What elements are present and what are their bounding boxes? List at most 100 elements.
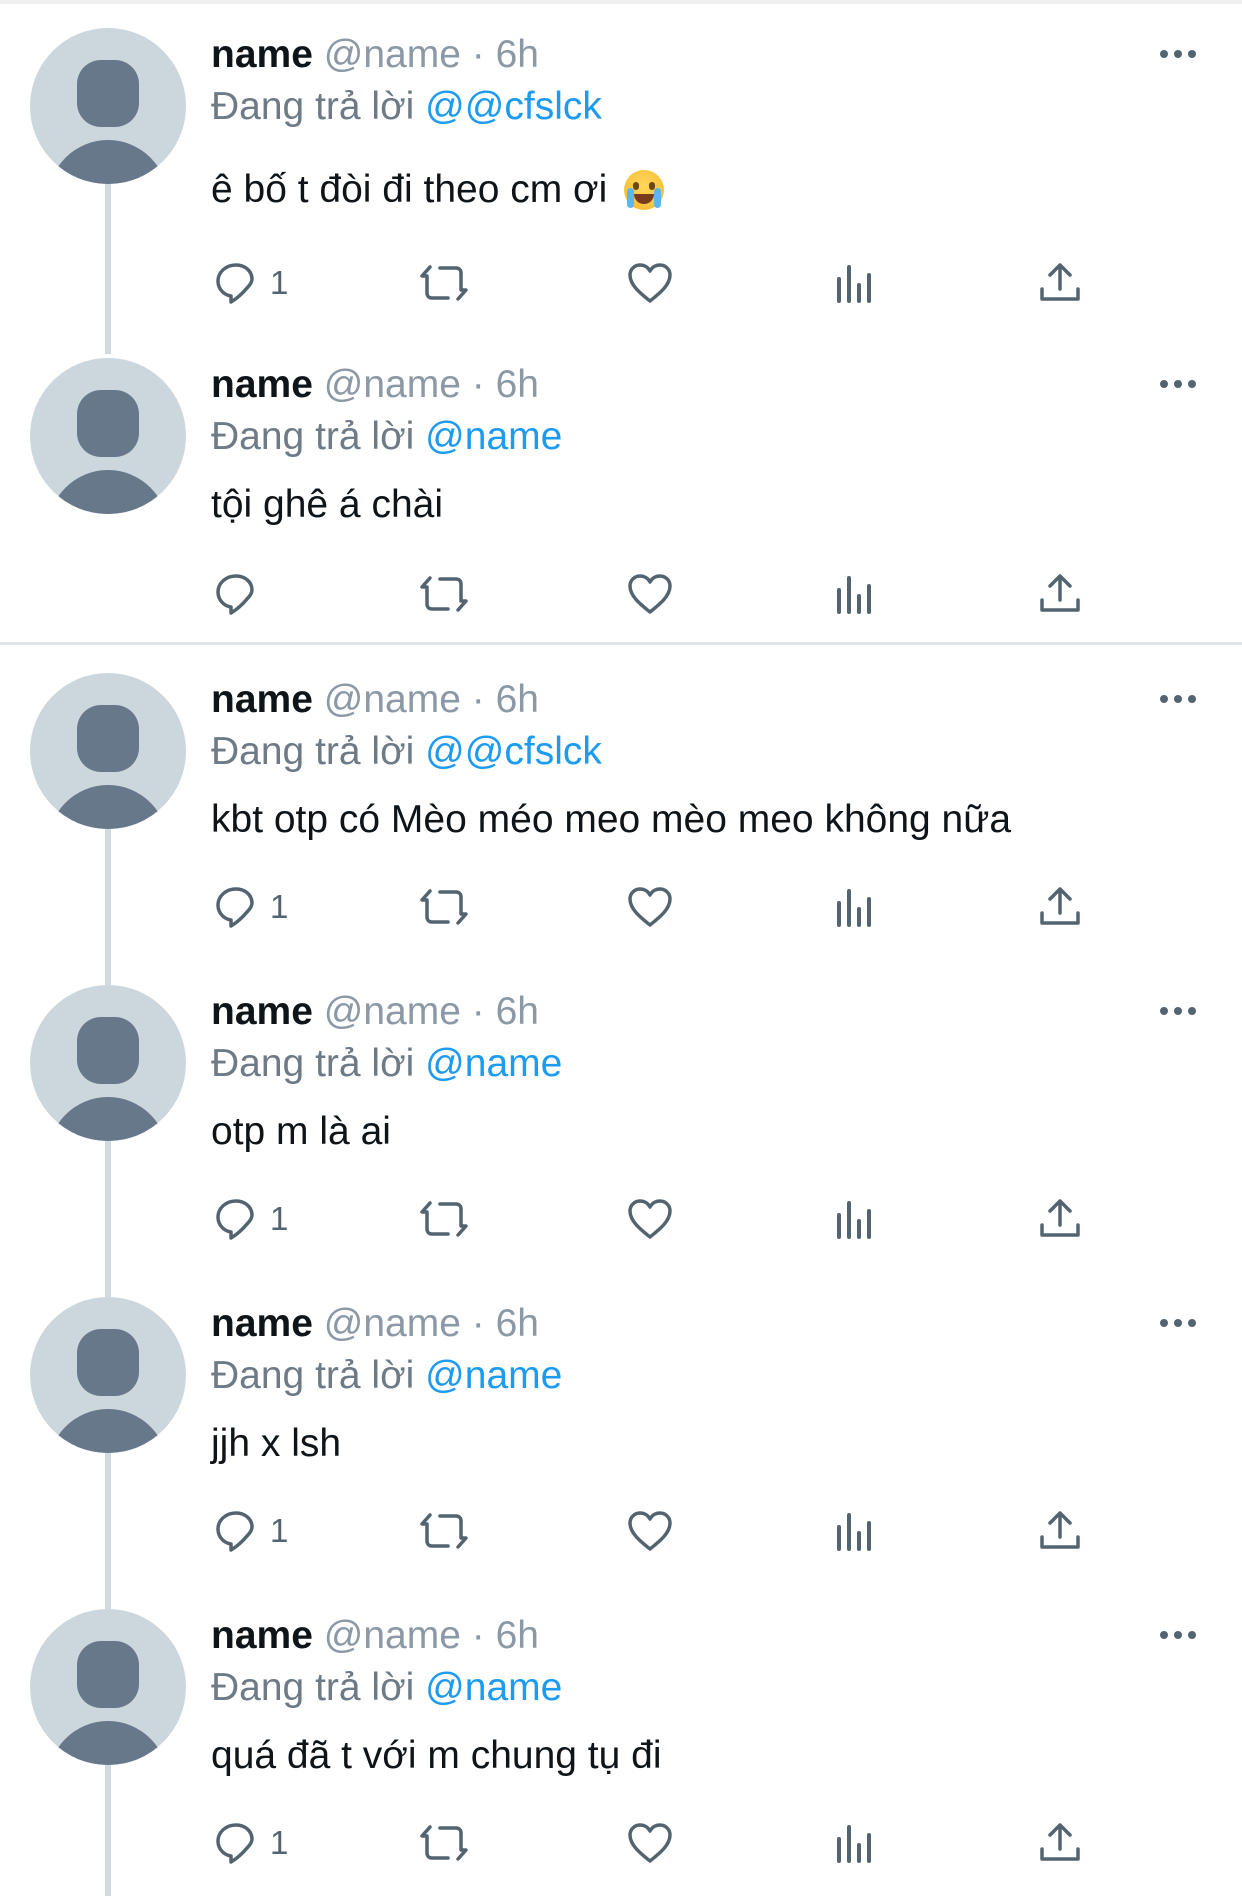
reply-button[interactable]: 1 [212,1813,288,1873]
user-handle[interactable]: @name [324,1302,461,1345]
reply-button[interactable]: 1 [212,1501,288,1561]
user-handle[interactable]: @name [324,1614,461,1657]
reply-count: 1 [270,1824,289,1861]
separator-dot: · [471,990,485,1033]
reply-mention-link[interactable]: @@cfslck [425,85,602,128]
share-button[interactable] [1038,1813,1082,1873]
retweet-button[interactable] [418,1813,470,1873]
replying-to-label: Đang trả lời [211,415,415,458]
tweet[interactable]: name @name · 6h Đang trả lời @@cfslck kb… [0,645,1242,985]
avatar[interactable] [30,1297,186,1453]
analytics-icon [837,1513,871,1551]
display-name[interactable]: name [211,1302,313,1345]
avatar[interactable] [30,673,186,829]
retweet-icon [420,1513,468,1549]
retweet-icon [420,889,468,925]
retweet-button[interactable] [418,877,470,937]
retweet-button[interactable] [418,1189,470,1249]
retweet-icon [420,1201,468,1237]
timestamp[interactable]: 6h [496,33,539,76]
reply-mention-link[interactable]: @name [425,1042,562,1085]
tweet-text-content: ê bố t đòi đi theo cm ơi [211,168,608,211]
share-button[interactable] [1038,1501,1082,1561]
like-button[interactable] [626,877,674,937]
reply-count: 1 [270,1200,289,1237]
more-options-icon[interactable] [1158,689,1198,709]
retweet-button[interactable] [418,1501,470,1561]
user-handle[interactable]: @name [324,363,461,406]
tweet-text: otp m là ai [211,1110,391,1153]
analytics-button[interactable] [835,253,875,313]
timestamp[interactable]: 6h [496,678,539,721]
share-button[interactable] [1038,1189,1082,1249]
display-name[interactable]: name [211,990,313,1033]
like-button[interactable] [626,564,674,624]
tweet[interactable]: name @name · 6h Đang trả lời @name jjh x… [0,1269,1242,1609]
display-name[interactable]: name [211,363,313,406]
more-options-icon[interactable] [1158,1625,1198,1645]
reply-mention-link[interactable]: @name [425,415,562,458]
analytics-icon [837,1201,871,1239]
tweet-header: name @name · 6h [211,360,539,410]
reply-mention-link[interactable]: @@cfslck [425,730,602,773]
more-options-icon[interactable] [1158,1313,1198,1333]
share-button[interactable] [1038,564,1082,624]
timestamp[interactable]: 6h [496,990,539,1033]
more-options-icon[interactable] [1158,1001,1198,1021]
avatar[interactable] [30,985,186,1141]
retweet-icon [420,576,468,612]
tweet[interactable]: name @name · 6h Đang trả lời @name tội g… [0,330,1242,642]
user-handle[interactable]: @name [324,678,461,721]
replying-to-label: Đang trả lời [211,730,415,773]
retweet-button[interactable] [418,564,470,624]
share-button[interactable] [1038,877,1082,937]
reply-mention-link[interactable]: @name [425,1666,562,1709]
separator-dot: · [471,363,485,406]
tweet-header: name @name · 6h [211,675,539,725]
user-handle[interactable]: @name [324,990,461,1033]
like-button[interactable] [626,253,674,313]
tweet[interactable]: name @name · 6h Đang trả lời @name otp m… [0,957,1242,1297]
display-name[interactable]: name [211,1614,313,1657]
tweet-text: jjh x lsh [211,1422,342,1465]
display-name[interactable]: name [211,678,313,721]
analytics-button[interactable] [835,1813,875,1873]
share-button[interactable] [1038,253,1082,313]
like-button[interactable] [626,1501,674,1561]
reply-button[interactable] [212,564,270,624]
more-options-icon[interactable] [1158,44,1198,64]
replying-to-label: Đang trả lời [211,1666,415,1709]
share-icon [1040,887,1080,925]
avatar[interactable] [30,358,186,514]
analytics-button[interactable] [835,1189,875,1249]
more-options-icon[interactable] [1158,374,1198,394]
tweet[interactable]: name @name · 6h Đang trả lời @name quá đ… [0,1581,1242,1896]
display-name[interactable]: name [211,33,313,76]
timestamp[interactable]: 6h [496,1302,539,1345]
avatar[interactable] [30,28,186,184]
share-icon [1040,1823,1080,1861]
like-button[interactable] [626,1189,674,1249]
retweet-button[interactable] [418,253,470,313]
tweet[interactable]: name @name · 6h Đang trả lời @@cfslck ê … [0,0,1242,354]
analytics-button[interactable] [835,564,875,624]
reply-icon [216,1199,254,1240]
reply-button[interactable]: 1 [212,1189,288,1249]
analytics-button[interactable] [835,1501,875,1561]
replying-to: Đang trả lời @name [211,412,562,462]
timestamp[interactable]: 6h [496,363,539,406]
loudly-crying-face-icon [624,170,665,210]
tweet-text: quá đã t với m chung tụ đi [211,1734,662,1777]
user-handle[interactable]: @name [324,33,461,76]
avatar[interactable] [30,1609,186,1765]
reply-mention-link[interactable]: @name [425,1354,562,1397]
reply-button[interactable]: 1 [212,877,288,937]
reply-button[interactable]: 1 [212,253,288,313]
action-bar: 1 [0,1813,1242,1873]
heart-icon [628,263,672,303]
analytics-button[interactable] [835,877,875,937]
tweet-header: name @name · 6h [211,987,539,1037]
retweet-icon [420,1825,468,1861]
like-button[interactable] [626,1813,674,1873]
timestamp[interactable]: 6h [496,1614,539,1657]
